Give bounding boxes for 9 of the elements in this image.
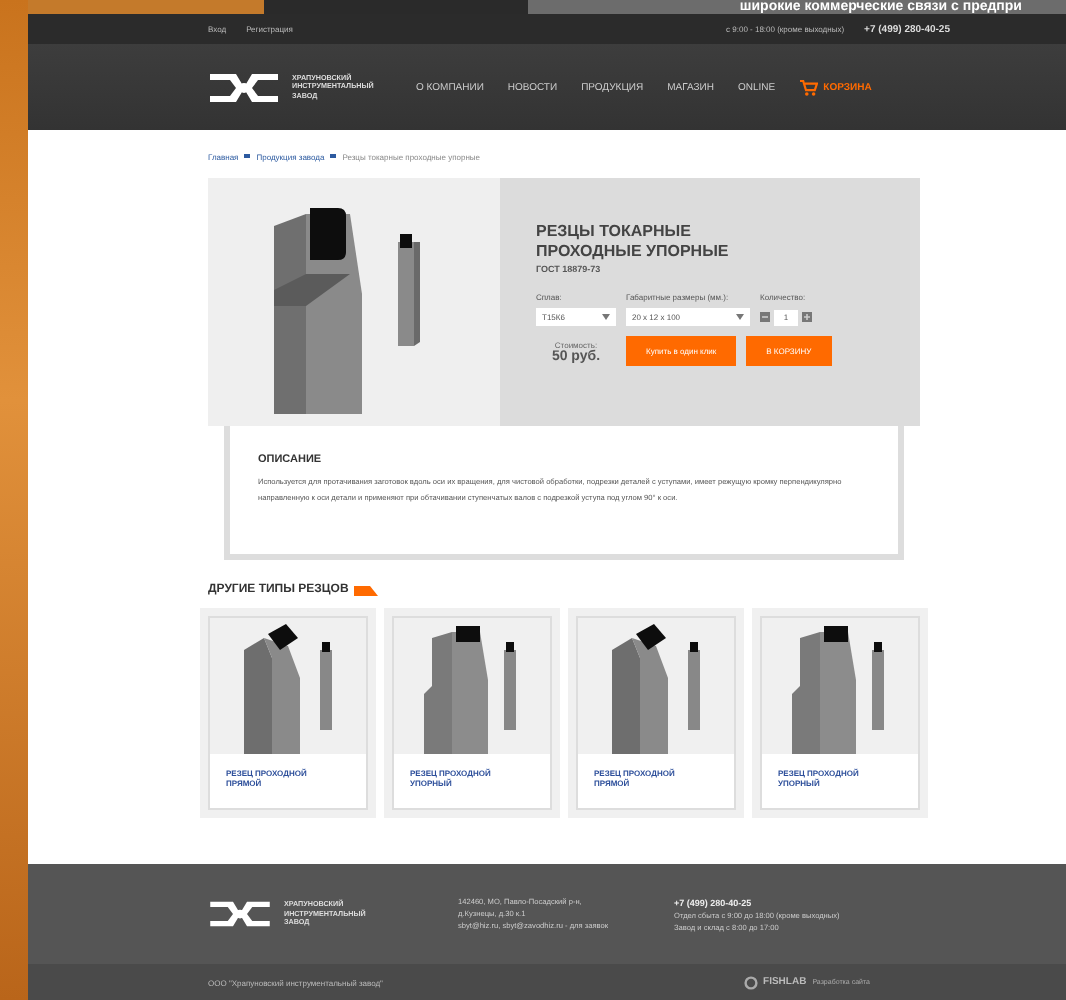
dropdown-caret-icon (602, 314, 610, 320)
flag-icon (354, 585, 379, 595)
cart-icon (799, 79, 818, 95)
logo-icon (208, 900, 272, 928)
minus-icon[interactable] (760, 312, 770, 322)
product-title: РЕЗЦЫ ТОКАРНЫЕ ПРОХОДНЫЕ УПОРНЫЕ (536, 222, 731, 260)
logo-icon (208, 71, 280, 103)
dropdown-caret-icon (736, 314, 744, 320)
plus-icon[interactable] (802, 312, 812, 322)
